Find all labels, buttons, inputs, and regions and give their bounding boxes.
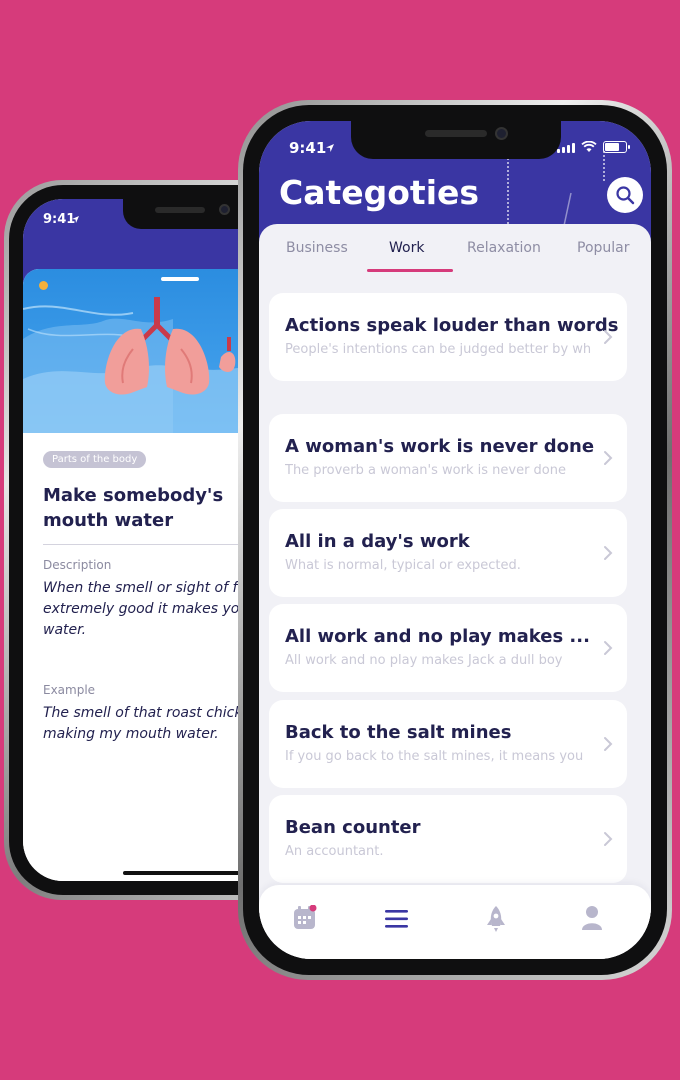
category-badge: Parts of the body	[43, 451, 147, 468]
list-item[interactable]: All in a day's work What is normal, typi…	[269, 509, 627, 597]
chevron-right-icon	[604, 546, 613, 560]
battery-icon	[603, 141, 630, 153]
profile-tab[interactable]	[581, 905, 603, 935]
chevron-right-icon	[604, 832, 613, 846]
list-item-subtitle: If you go back to the salt mines, it mea…	[285, 749, 584, 764]
idiom-title: Make somebody's mouth water	[43, 485, 224, 531]
chevron-right-icon	[604, 737, 613, 751]
list-item-title: Back to the salt mines	[285, 722, 512, 743]
tab-relaxation[interactable]: Relaxation	[467, 240, 541, 256]
calendar-icon	[294, 904, 317, 929]
list-item-subtitle: An accountant.	[285, 844, 384, 859]
list-item-subtitle: People's intentions can be judged better…	[285, 342, 592, 357]
location-arrow-icon	[326, 144, 334, 152]
tab-popular[interactable]: Popular	[577, 240, 630, 256]
notch	[351, 121, 561, 159]
decoration	[507, 151, 509, 231]
rocket-icon	[487, 906, 505, 932]
rocket-tab[interactable]	[485, 905, 507, 937]
calendar-tab[interactable]	[293, 904, 317, 935]
categories-phone: 9:41 Categoties Business Work Relaxation	[238, 100, 672, 980]
location-arrow-icon	[72, 216, 79, 223]
page-title: Categoties	[279, 173, 480, 212]
signal-icon	[557, 143, 575, 153]
list-item-subtitle: The proverb a woman's work is never done	[285, 463, 566, 478]
list-item-subtitle: All work and no play makes Jack a dull b…	[285, 653, 563, 668]
chevron-right-icon	[604, 330, 613, 344]
menu-icon	[385, 910, 408, 928]
list-item[interactable]: A woman's work is never done The proverb…	[269, 414, 627, 502]
list-item[interactable]: All work and no play makes ... All work …	[269, 604, 627, 692]
home-indicator[interactable]	[123, 871, 243, 875]
list-item-title: All work and no play makes ...	[285, 626, 590, 647]
status-icons	[557, 141, 630, 153]
chevron-right-icon	[604, 641, 613, 655]
list-item[interactable]: Bean counter An accountant.	[269, 795, 627, 883]
list-item-title: A woman's work is never done	[285, 436, 595, 457]
list-item-title: Bean counter	[285, 817, 421, 838]
active-tab-indicator	[367, 269, 453, 272]
list-item-title: All in a day's work	[285, 531, 470, 552]
decoration	[603, 151, 605, 181]
description-label: Description	[43, 558, 112, 572]
menu-tab[interactable]	[385, 909, 409, 933]
wifi-icon	[581, 141, 597, 152]
example-label: Example	[43, 683, 96, 697]
list-item-subtitle: What is normal, typical or expected.	[285, 558, 521, 573]
categories-content: Business Work Relaxation Popular Actions…	[259, 224, 651, 959]
categories-screen: 9:41 Categoties Business Work Relaxation	[259, 121, 651, 959]
list-item-title: Actions speak louder than words	[285, 315, 619, 336]
search-icon	[616, 186, 635, 205]
chevron-right-icon	[604, 451, 613, 465]
tab-business[interactable]: Business	[286, 240, 348, 256]
status-time: 9:41	[289, 139, 327, 157]
search-button[interactable]	[607, 177, 643, 213]
categories-phone-bezel: 9:41 Categoties Business Work Relaxation	[243, 105, 667, 975]
list-item[interactable]: Back to the salt mines If you go back to…	[269, 700, 627, 788]
category-tabs: Business Work Relaxation Popular	[259, 224, 651, 274]
profile-icon	[582, 906, 602, 930]
list-item[interactable]: Actions speak louder than words People's…	[269, 293, 627, 381]
bottom-tab-bar	[259, 885, 651, 959]
tab-work[interactable]: Work	[389, 240, 424, 256]
